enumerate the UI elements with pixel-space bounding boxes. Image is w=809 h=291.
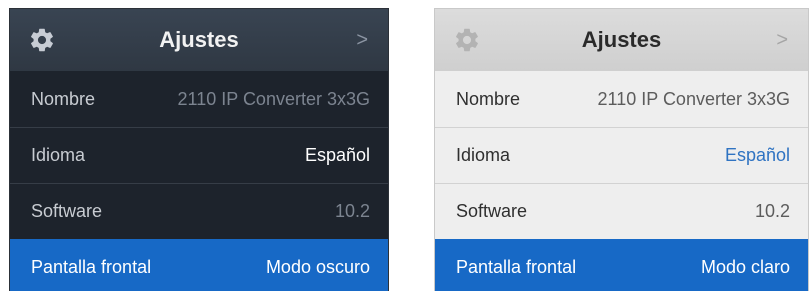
setting-value: Español (304, 145, 370, 165)
setting-value: Español (724, 145, 790, 165)
setting-label: Software (456, 201, 528, 221)
setting-row-nombre[interactable]: Nombre 2110 IP Converter 3x3G (435, 71, 808, 127)
header-title: Ajustes (159, 27, 239, 52)
gear-icon[interactable] (28, 26, 56, 54)
setting-label: Idioma (456, 145, 511, 165)
chevron-right-icon[interactable]: > (356, 28, 368, 52)
setting-label: Pantalla frontal (456, 257, 577, 277)
setting-value: Modo claro (700, 257, 790, 277)
settings-header: Ajustes > (435, 9, 808, 71)
settings-panel-dark: Ajustes > Nombre 2110 IP Converter 3x3G … (9, 8, 389, 291)
setting-row-pantalla-frontal[interactable]: Pantalla frontal Modo claro (435, 239, 808, 291)
setting-row-nombre[interactable]: Nombre 2110 IP Converter 3x3G (10, 71, 388, 127)
gear-icon[interactable] (453, 26, 481, 54)
setting-label: Nombre (456, 89, 521, 109)
setting-row-idioma[interactable]: Idioma Español (10, 127, 388, 183)
chevron-right-icon[interactable]: > (776, 28, 788, 52)
setting-label: Software (31, 201, 103, 221)
setting-value: 2110 IP Converter 3x3G (597, 89, 790, 109)
settings-header: Ajustes > (10, 9, 388, 71)
setting-value: 2110 IP Converter 3x3G (177, 89, 370, 109)
setting-row-pantalla-frontal[interactable]: Pantalla frontal Modo oscuro (10, 239, 388, 291)
setting-row-idioma[interactable]: Idioma Español (435, 127, 808, 183)
setting-row-software[interactable]: Software 10.2 (435, 183, 808, 239)
setting-label: Idioma (31, 145, 86, 165)
header-title: Ajustes (581, 27, 662, 52)
setting-row-software[interactable]: Software 10.2 (10, 183, 388, 239)
setting-value: 10.2 (334, 201, 370, 221)
setting-value: Modo oscuro (265, 257, 370, 277)
setting-label: Pantalla frontal (31, 257, 152, 277)
setting-label: Nombre (31, 89, 96, 109)
setting-value: 10.2 (754, 201, 790, 221)
settings-comparison: Ajustes > Nombre 2110 IP Converter 3x3G … (0, 0, 809, 291)
settings-panel-light: Ajustes > Nombre 2110 IP Converter 3x3G … (434, 8, 809, 291)
